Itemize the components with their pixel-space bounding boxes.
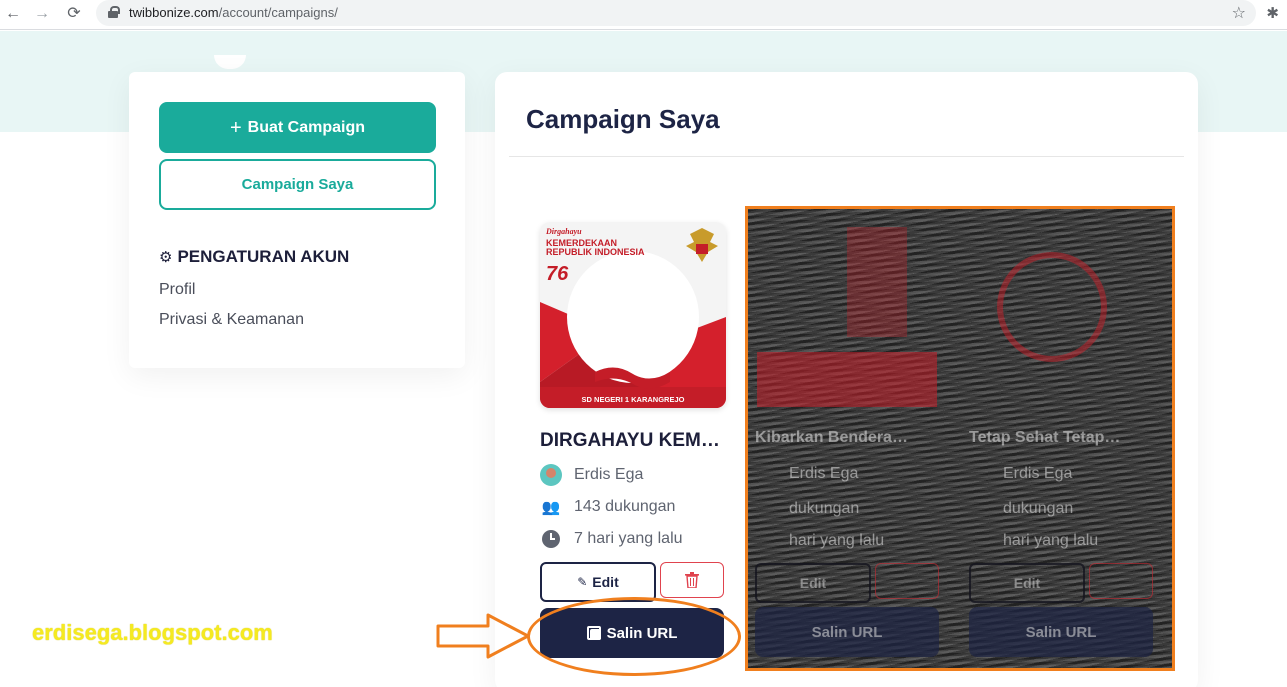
highlight-oval xyxy=(527,597,741,676)
back-icon[interactable]: ← xyxy=(2,3,24,25)
header-decoration xyxy=(214,55,246,69)
campaign-card: Dirgahayu KEMERDEKAAN REPUBLIK INDONESIA… xyxy=(540,222,726,658)
clock-icon xyxy=(542,530,560,548)
campaign-thumbnail[interactable]: Dirgahayu KEMERDEKAAN REPUBLIK INDONESIA… xyxy=(540,222,726,408)
thumb-kicker: Dirgahayu xyxy=(545,227,582,236)
thumb-footer: SD NEGERI 1 KARANGREJO xyxy=(582,395,685,404)
divider xyxy=(509,156,1184,157)
forward-icon[interactable]: → xyxy=(31,3,53,25)
browser-toolbar: ← → ⟳ twibbonize.com/account/campaigns/ … xyxy=(0,0,1287,30)
watermark-text: erdisega.blogspot.com xyxy=(32,620,273,645)
trash-icon xyxy=(685,572,699,588)
my-campaign-button[interactable]: Campaign Saya xyxy=(159,159,436,210)
avatar xyxy=(540,464,562,486)
reload-icon[interactable]: ⟳ xyxy=(63,3,85,25)
profile-link[interactable]: Profil xyxy=(159,281,195,299)
account-settings-heading: ⚙ PENGATURAN AKUN xyxy=(159,247,350,266)
thumb-line2: REPUBLIK INDONESIA xyxy=(546,247,645,257)
gear-icon: ⚙ xyxy=(159,249,173,266)
arrow-right-icon xyxy=(436,613,530,659)
campaign-title[interactable]: DIRGAHAYU KEM… xyxy=(540,430,720,452)
users-icon: 👥 xyxy=(541,499,561,516)
highlight-box xyxy=(745,206,1175,671)
lock-icon xyxy=(108,6,120,18)
account-sidebar: + Buat Campaign Campaign Saya ⚙ PENGATUR… xyxy=(129,72,465,368)
url-text: twibbonize.com/account/campaigns/ xyxy=(129,5,338,20)
edit-icon: ✎ xyxy=(577,575,588,589)
thumb-number: 76 xyxy=(546,263,569,285)
address-bar[interactable]: twibbonize.com/account/campaigns/ ☆ xyxy=(96,0,1256,26)
delete-button[interactable] xyxy=(660,562,724,598)
plus-icon: + xyxy=(229,116,242,139)
twibbon-frame-image: Dirgahayu KEMERDEKAAN REPUBLIK INDONESIA… xyxy=(540,222,726,408)
privacy-security-link[interactable]: Privasi & Keamanan xyxy=(159,311,304,329)
edit-button[interactable]: ✎ Edit xyxy=(540,562,656,602)
bookmark-star-icon[interactable]: ☆ xyxy=(1232,3,1246,23)
extensions-icon[interactable]: ✱ xyxy=(1266,4,1279,22)
campaign-supports: 👥 143 dukungan xyxy=(541,498,676,516)
page-title: Campaign Saya xyxy=(526,104,720,134)
campaign-author: Erdis Ega xyxy=(540,464,726,486)
create-campaign-button[interactable]: + Buat Campaign xyxy=(159,102,436,153)
campaign-time: 7 hari yang lalu xyxy=(540,528,726,550)
